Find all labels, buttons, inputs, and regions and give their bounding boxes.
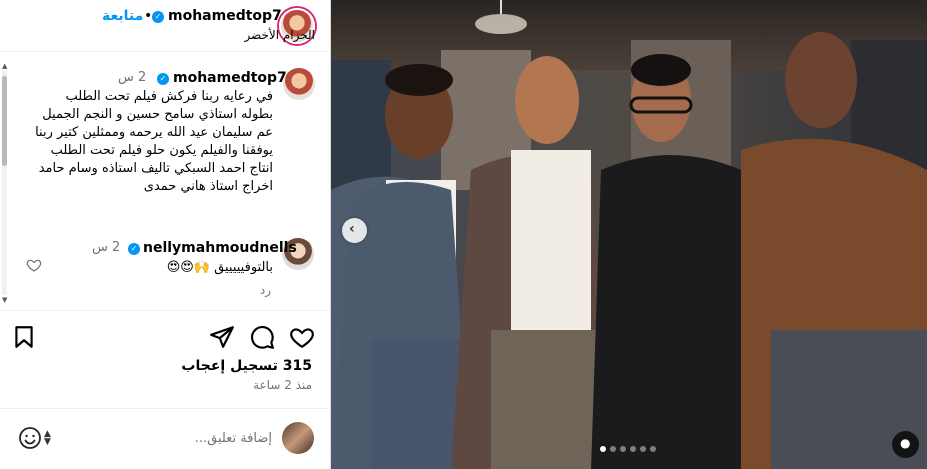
caption-text: في رعايه ربنا فركش فيلم تحت الطلب بطوله … [35, 89, 273, 194]
emoji-caret-icon[interactable]: ▲ ▼ [44, 430, 51, 447]
comment-username[interactable]: nellymahmoudnells [143, 240, 297, 256]
carousel-dot [650, 446, 656, 452]
carousel-dot [600, 446, 606, 452]
carousel-dot [610, 446, 616, 452]
tagged-users-button[interactable]: ● [892, 431, 919, 458]
comment-time[interactable]: 2 س [118, 70, 146, 85]
carousel-dots [600, 446, 656, 452]
verified-badge-icon: ✓ [157, 73, 169, 85]
carousel-prev-button[interactable]: ‹ [342, 218, 367, 243]
follow-button[interactable]: متابعة [102, 8, 143, 24]
bookmark-icon[interactable] [11, 324, 37, 350]
scroll-down-arrow-icon[interactable]: ▼ [2, 296, 7, 304]
post-time[interactable]: منذ 2 ساعة [253, 378, 312, 392]
post-side-panel: mohamedtop7 ✓ • متابعة الحزام الأخضر ▲ ▼… [0, 0, 331, 469]
comment-time[interactable]: 2 س [92, 240, 120, 255]
comment-username[interactable]: mohamedtop7 [173, 70, 287, 86]
carousel-dot [620, 446, 626, 452]
scroll-up-arrow-icon[interactable]: ▲ [2, 62, 7, 70]
emoji-icon[interactable] [18, 426, 42, 450]
author-username[interactable]: mohamedtop7 [168, 8, 282, 24]
comment-like-heart-icon[interactable] [26, 257, 42, 273]
like-heart-icon[interactable] [289, 324, 315, 350]
separator-dot: • [144, 8, 153, 24]
comment-avatar[interactable] [283, 68, 315, 100]
comment-text: بالتوفيييييق 🙌😍😍 [166, 260, 273, 275]
share-icon[interactable] [209, 324, 235, 350]
scrollbar-thumb[interactable] [2, 76, 7, 166]
post-photo[interactable] [331, 0, 927, 469]
carousel-dot [640, 446, 646, 452]
likes-count[interactable]: 315 تسجيل إعجاب [181, 358, 312, 374]
reply-button[interactable]: رد [260, 283, 271, 297]
carousel-dot [630, 446, 636, 452]
comments-scrollbar[interactable]: ▲ ▼ [0, 62, 8, 304]
comment-input[interactable] [60, 426, 272, 450]
comment-icon[interactable] [249, 324, 275, 350]
verified-badge-icon: ✓ [128, 243, 140, 255]
photo-illustration [331, 0, 927, 469]
current-user-avatar [282, 422, 314, 454]
user-tag-icon: ● [900, 436, 911, 450]
audio-subtitle[interactable]: الحزام الأخضر [244, 28, 315, 42]
chevron-left-icon: ‹ [349, 221, 355, 237]
post-header: mohamedtop7 ✓ • متابعة الحزام الأخضر [0, 0, 331, 52]
verified-badge-icon: ✓ [152, 11, 164, 23]
